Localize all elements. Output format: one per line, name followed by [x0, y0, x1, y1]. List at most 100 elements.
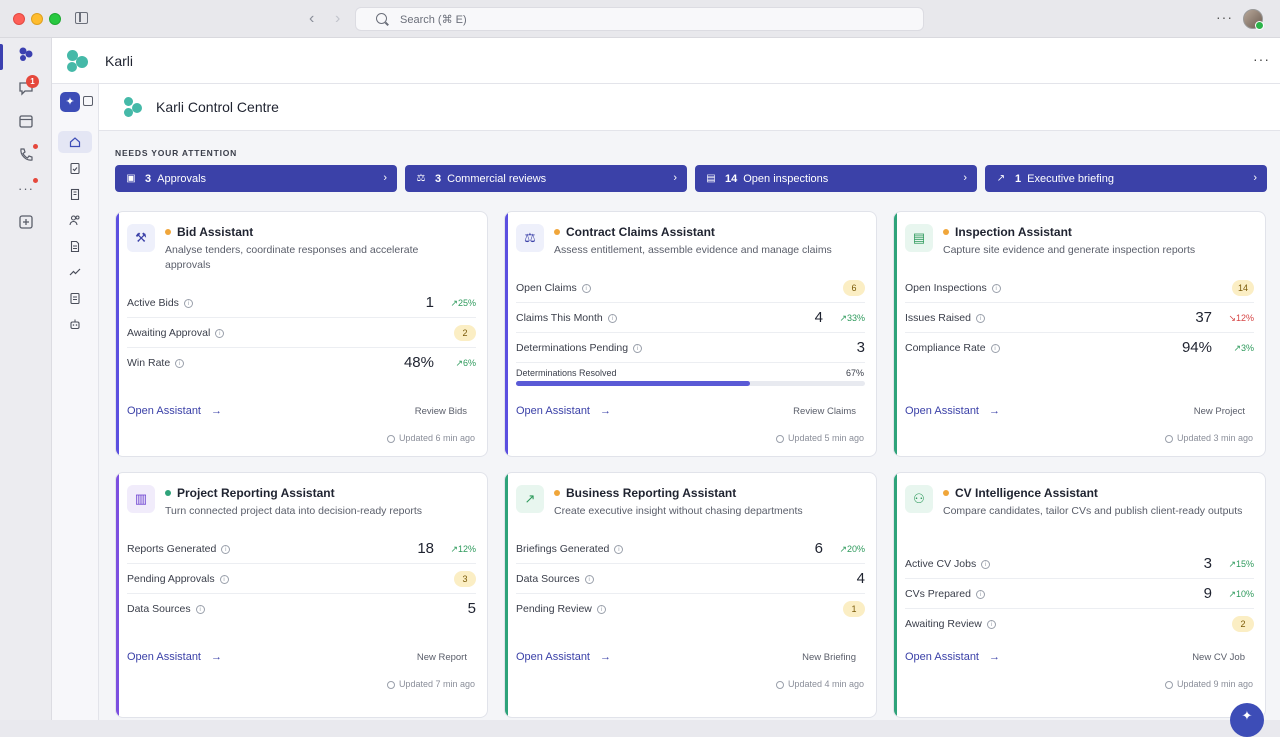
trend-value: 15%	[1235, 559, 1254, 569]
metric-label: Compliance Rate	[905, 342, 986, 354]
metric-count-badge: 1	[843, 601, 865, 617]
nav-trends[interactable]	[58, 261, 92, 283]
info-icon[interactable]: i	[221, 544, 231, 554]
nav-home[interactable]	[58, 131, 92, 153]
updated-text: Updated 3 min ago	[1176, 433, 1253, 443]
close-window-button[interactable]	[13, 13, 25, 25]
sidebar-toggle-icon[interactable]	[75, 12, 88, 24]
nav-buildings[interactable]	[58, 183, 92, 205]
metric-row: Win Rate i 48% ↗6%	[127, 348, 476, 378]
info-icon[interactable]: i	[219, 574, 229, 584]
open-assistant-link[interactable]: Open Assistant →	[127, 405, 222, 417]
home-icon	[69, 137, 81, 148]
arrow-right-icon: →	[600, 651, 611, 663]
metric-count-badge: 6	[843, 280, 865, 296]
attention-approvals-button[interactable]: ▣ 3 Approvals ›	[115, 165, 397, 192]
metric-row: CVs Prepared i 9 ↗10%	[905, 579, 1254, 609]
status-dot	[554, 229, 560, 235]
card-description: Turn connected project data into decisio…	[165, 505, 423, 517]
metric-row: Active CV Jobs i 3 ↗15%	[905, 549, 1254, 579]
metric-row: Pending Approvals i 3	[127, 564, 476, 594]
info-icon[interactable]: i	[584, 574, 594, 584]
metric-label: Pending Approvals	[127, 573, 215, 585]
card-accent-bar	[116, 473, 119, 717]
info-icon[interactable]: i	[975, 589, 985, 599]
more-options-icon[interactable]: ···	[1216, 9, 1233, 25]
nav-approvals[interactable]	[58, 157, 92, 179]
user-avatar[interactable]	[1243, 9, 1264, 30]
info-icon[interactable]: i	[986, 619, 996, 629]
open-assistant-link[interactable]: Open Assistant →	[516, 651, 611, 663]
info-icon[interactable]: i	[183, 298, 193, 308]
open-assistant-link[interactable]: Open Assistant →	[516, 405, 611, 417]
info-icon[interactable]: i	[990, 343, 1000, 353]
info-icon[interactable]: i	[614, 544, 624, 554]
info-icon[interactable]: i	[175, 358, 185, 368]
search-input[interactable]: Search (⌘ E)	[355, 7, 924, 31]
info-icon[interactable]: i	[215, 328, 225, 338]
trend-value: 12%	[457, 544, 476, 554]
zoom-window-button[interactable]	[49, 13, 61, 25]
nav-documents[interactable]	[58, 235, 92, 257]
rail-karli-app[interactable]	[14, 42, 38, 66]
attention-commercial-reviews-button[interactable]: ⚖ 3 Commercial reviews ›	[405, 165, 687, 192]
metric-trend: ↗25%	[450, 298, 476, 309]
nav-bot[interactable]	[58, 313, 92, 335]
app-more-icon[interactable]: ···	[1253, 51, 1270, 67]
trend-up-icon: ↗	[839, 313, 847, 323]
metric-value: 5	[467, 600, 476, 617]
info-icon[interactable]: i	[607, 313, 617, 323]
open-assistant-link[interactable]: Open Assistant →	[127, 651, 222, 663]
info-icon[interactable]: i	[991, 283, 1001, 293]
attention-executive-briefing-button[interactable]: ↗ 1 Executive briefing ›	[985, 165, 1267, 192]
info-icon[interactable]: i	[581, 283, 591, 293]
info-icon[interactable]: i	[633, 343, 643, 353]
attention-label: Executive briefing	[1027, 172, 1114, 185]
updated-text: Updated 7 min ago	[398, 679, 475, 689]
assistant-sparkle-icon[interactable]: ✦	[60, 92, 80, 112]
metric-trend: ↗12%	[450, 544, 476, 555]
card-description: Create executive insight without chasing…	[554, 505, 803, 517]
open-assistant-label: Open Assistant	[127, 405, 201, 417]
back-arrow-icon[interactable]: ‹	[309, 10, 314, 28]
assistant-fab-button[interactable]: ✦	[1230, 703, 1264, 737]
info-icon[interactable]: i	[596, 604, 606, 614]
metric-trend: ↗20%	[839, 544, 865, 555]
metric-value: 9	[1203, 585, 1212, 602]
info-icon[interactable]: i	[981, 559, 991, 569]
nav-people[interactable]	[58, 209, 92, 231]
card-title: Project Reporting Assistant	[177, 486, 335, 500]
card-action-button[interactable]: New CV Job	[1192, 652, 1245, 663]
assistant-card-contract-claims-assistant: ⚖ Contract Claims Assistant Assess entitle…	[504, 211, 877, 457]
card-action-button[interactable]: New Report	[417, 652, 467, 663]
card-action-button[interactable]: New Briefing	[802, 652, 856, 663]
card-title: Contract Claims Assistant	[566, 225, 715, 239]
arrow-right-icon: →	[600, 405, 611, 417]
forward-arrow-icon[interactable]: ›	[335, 10, 340, 28]
minimize-window-button[interactable]	[31, 13, 43, 25]
open-assistant-label: Open Assistant	[516, 651, 590, 663]
rail-calendar[interactable]	[14, 109, 38, 133]
card-action-button[interactable]: Review Bids	[415, 406, 467, 417]
add-app-icon	[19, 215, 33, 229]
nav-inspections[interactable]	[58, 287, 92, 309]
info-icon[interactable]: i	[195, 604, 205, 614]
open-assistant-link[interactable]: Open Assistant →	[905, 651, 1000, 663]
clock-icon	[775, 680, 784, 689]
trend-value: 12%	[1235, 313, 1254, 323]
card-action-button[interactable]: New Project	[1194, 406, 1245, 417]
calls-alert-dot	[33, 144, 38, 149]
page-header: Karli Control Centre	[99, 84, 1280, 131]
open-assistant-link[interactable]: Open Assistant →	[905, 405, 1000, 417]
progress-value: 67%	[845, 368, 864, 378]
info-icon[interactable]: i	[975, 313, 985, 323]
rail-add-app[interactable]	[14, 210, 38, 234]
metric-value: 3	[1203, 555, 1212, 572]
card-title: Inspection Assistant	[955, 225, 1072, 239]
metric-row: Open Claims i 6	[516, 273, 865, 303]
card-action-button[interactable]: Review Claims	[793, 406, 856, 417]
collapse-panel-icon[interactable]	[83, 96, 93, 106]
karli-app: Karli ··· ✦ Karli Control Centre NEEDS Y…	[52, 38, 1280, 720]
status-dot	[943, 490, 949, 496]
attention-open-inspections-button[interactable]: ▤ 14 Open inspections ›	[695, 165, 977, 192]
